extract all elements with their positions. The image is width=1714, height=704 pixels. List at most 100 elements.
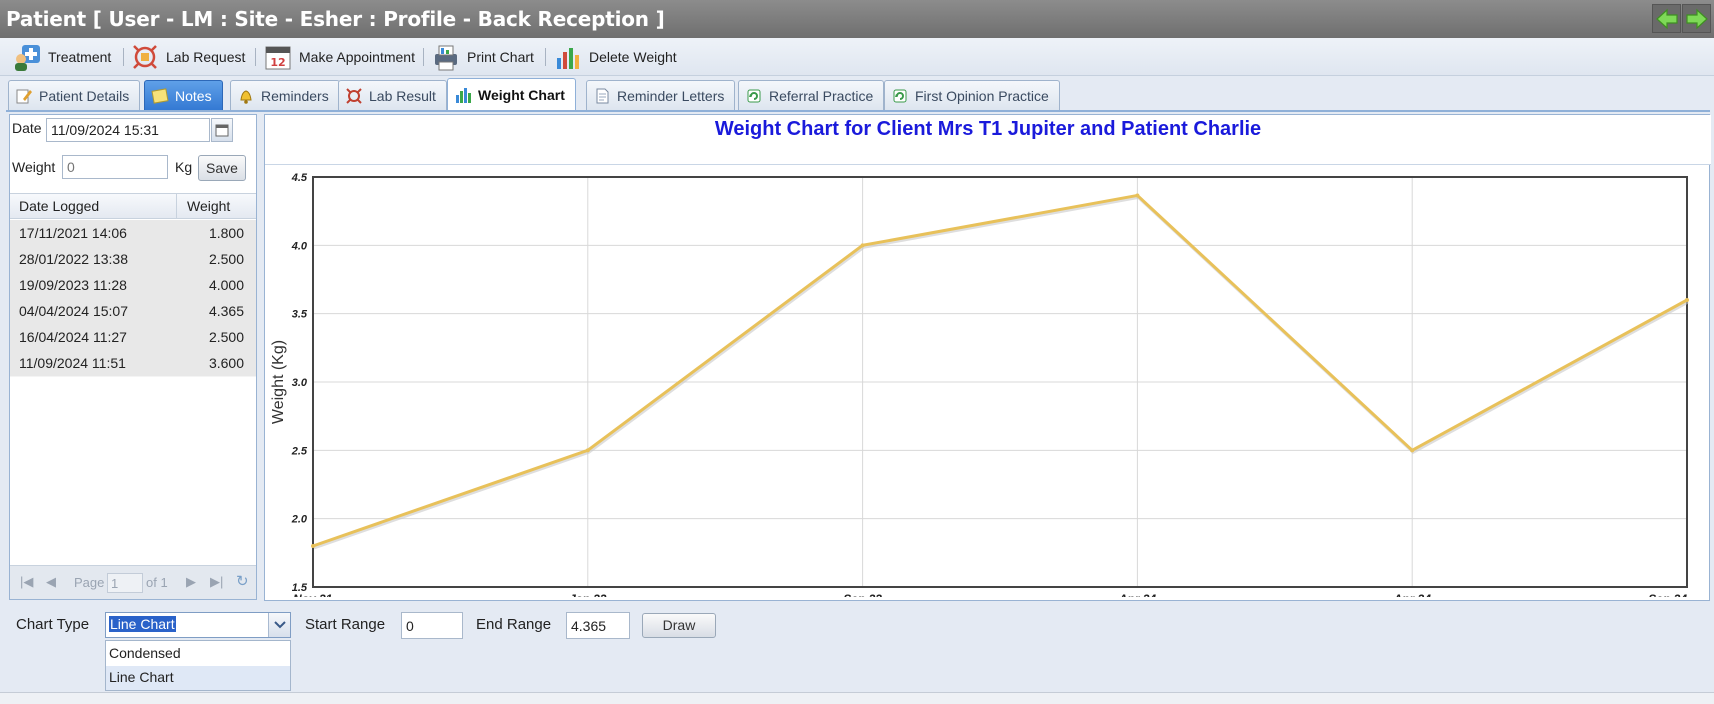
date-logged-header[interactable]: Date Logged bbox=[19, 198, 99, 214]
draw-button[interactable]: Draw bbox=[642, 613, 716, 638]
data-point bbox=[1685, 298, 1689, 302]
row-weight: 1.800 bbox=[208, 225, 244, 241]
chart-type-option[interactable]: Line Chart bbox=[106, 666, 290, 690]
tab-strip: Patient Details Notes Reminders Lab Resu… bbox=[6, 78, 1710, 112]
table-row[interactable]: 16/04/2024 11:27 2.500 bbox=[10, 324, 256, 351]
lab-request-button[interactable]: Lab Request bbox=[130, 41, 245, 73]
make-appointment-button[interactable]: 12 Make Appointment bbox=[263, 41, 415, 73]
delete-weight-button[interactable]: Delete Weight bbox=[553, 41, 677, 73]
tab-reminder-letters-label: Reminder Letters bbox=[617, 87, 725, 104]
lab-request-icon bbox=[133, 45, 157, 69]
prev-page-icon[interactable]: ◀ bbox=[46, 574, 56, 590]
series-line-shadow bbox=[313, 195, 1689, 550]
chart-type-option[interactable]: Condensed bbox=[106, 642, 290, 666]
y-tick-label: 2.0 bbox=[291, 514, 308, 526]
delete-weight-label: Delete Weight bbox=[589, 49, 677, 65]
tab-weight-chart[interactable]: Weight Chart bbox=[447, 78, 576, 110]
first-page-icon[interactable]: |◀ bbox=[20, 574, 33, 590]
chart-type-value: Line Chart bbox=[109, 616, 176, 632]
print-chart-icon bbox=[435, 45, 457, 71]
edit-icon bbox=[16, 89, 32, 103]
tab-reminder-letters[interactable]: Reminder Letters bbox=[586, 80, 736, 110]
chart-type-label: Chart Type bbox=[16, 616, 90, 633]
back-arrow-button[interactable] bbox=[1652, 4, 1681, 33]
y-tick-label: 4.5 bbox=[291, 172, 308, 184]
x-tick-label: Apr 24 bbox=[1393, 592, 1432, 597]
calendar-icon: 12 bbox=[265, 46, 291, 70]
weight-chart-panel: Weight Chart for Client Mrs T1 Jupiter a… bbox=[264, 114, 1711, 601]
table-row[interactable]: 28/01/2022 13:38 2.500 bbox=[10, 246, 256, 273]
forward-arrow-button[interactable] bbox=[1682, 4, 1711, 33]
start-range-label: Start Range bbox=[305, 616, 386, 633]
window-title: Patient [ User - LM : Site - Esher : Pro… bbox=[6, 7, 665, 31]
make-appointment-label: Make Appointment bbox=[299, 49, 415, 65]
table-row[interactable]: 17/11/2021 14:06 1.800 bbox=[10, 220, 256, 247]
chart-controls: Chart Type Line Chart Condensed Line Cha… bbox=[9, 604, 1710, 691]
row-weight: 2.500 bbox=[208, 329, 244, 345]
main-toolbar: Treatment Lab Request 12 Make Appointmen… bbox=[0, 38, 1714, 76]
referral-icon bbox=[893, 89, 907, 102]
row-weight: 4.000 bbox=[208, 277, 244, 293]
status-bar bbox=[0, 692, 1714, 704]
refresh-icon[interactable]: ↻ bbox=[236, 572, 249, 590]
end-range-input[interactable] bbox=[566, 612, 630, 639]
tab-reminders-label: Reminders bbox=[261, 87, 329, 104]
tab-first-opinion-practice[interactable]: First Opinion Practice bbox=[884, 80, 1060, 110]
referral-icon bbox=[747, 89, 761, 102]
tab-notes-label: Notes bbox=[175, 87, 212, 104]
tab-referral-practice[interactable]: Referral Practice bbox=[738, 80, 885, 110]
weight-grid-header: Date Logged Weight bbox=[10, 193, 256, 219]
calendar-icon bbox=[215, 124, 229, 137]
treatment-icon bbox=[15, 45, 40, 71]
x-tick-label: Apr 24 bbox=[1118, 592, 1157, 597]
row-date: 17/11/2021 14:06 bbox=[19, 225, 127, 241]
date-picker-button[interactable] bbox=[211, 118, 233, 142]
data-point bbox=[860, 243, 865, 248]
print-chart-label: Print Chart bbox=[467, 49, 534, 65]
microscope-icon bbox=[346, 87, 362, 104]
series-line bbox=[312, 193, 1688, 548]
row-date: 19/09/2023 11:28 bbox=[19, 277, 127, 293]
print-chart-button[interactable]: Print Chart bbox=[431, 41, 534, 73]
tab-notes[interactable]: Notes bbox=[144, 80, 223, 110]
treatment-button[interactable]: Treatment bbox=[12, 41, 111, 73]
data-point bbox=[1135, 193, 1140, 198]
row-weight: 3.600 bbox=[208, 355, 244, 371]
data-point bbox=[1410, 448, 1415, 453]
x-tick-label: Nov 21 bbox=[293, 592, 333, 597]
weight-input[interactable] bbox=[62, 155, 168, 179]
y-axis-label: Weight (Kg) bbox=[270, 340, 287, 424]
row-weight: 4.365 bbox=[208, 303, 244, 319]
date-field[interactable] bbox=[46, 118, 210, 142]
tab-patient-details[interactable]: Patient Details bbox=[8, 80, 141, 110]
tab-weight-chart-label: Weight Chart bbox=[478, 86, 565, 103]
lab-request-label: Lab Request bbox=[166, 49, 246, 65]
chart-type-dropdown: Condensed Line Chart bbox=[105, 640, 291, 691]
tab-reminders[interactable]: Reminders bbox=[230, 80, 340, 110]
table-row[interactable]: 11/09/2024 11:51 3.600 bbox=[10, 350, 256, 377]
weight-unit-label: Kg bbox=[175, 159, 193, 175]
weight-header[interactable]: Weight bbox=[176, 194, 256, 218]
last-page-icon[interactable]: ▶| bbox=[210, 574, 223, 590]
row-date: 28/01/2022 13:38 bbox=[19, 251, 128, 267]
chevron-down-icon[interactable] bbox=[268, 613, 290, 637]
tab-patient-details-label: Patient Details bbox=[39, 87, 130, 104]
start-range-input[interactable] bbox=[401, 612, 463, 639]
x-tick-label: Sep 23 bbox=[843, 592, 882, 597]
grid-pager: |◀ ◀ Page of 1 ▶ ▶| ↻ bbox=[10, 565, 256, 599]
row-date: 16/04/2024 11:27 bbox=[19, 329, 127, 345]
row-date: 11/09/2024 11:51 bbox=[19, 355, 126, 371]
tab-referral-practice-label: Referral Practice bbox=[769, 87, 874, 104]
chart-title: Weight Chart for Client Mrs T1 Jupiter a… bbox=[265, 115, 1711, 165]
row-weight: 2.500 bbox=[208, 251, 244, 267]
table-row[interactable]: 19/09/2023 11:28 4.000 bbox=[10, 272, 256, 299]
next-page-icon[interactable]: ▶ bbox=[186, 574, 196, 590]
table-row[interactable]: 04/04/2024 15:07 4.365 bbox=[10, 298, 256, 325]
save-button[interactable]: Save bbox=[198, 155, 246, 181]
page-input[interactable] bbox=[107, 573, 143, 593]
date-label: Date bbox=[12, 120, 42, 136]
svg-text:12: 12 bbox=[270, 56, 285, 69]
page-count-label: of 1 bbox=[146, 575, 168, 590]
tab-lab-result[interactable]: Lab Result bbox=[338, 80, 447, 110]
chart-type-select[interactable]: Line Chart bbox=[105, 612, 291, 638]
